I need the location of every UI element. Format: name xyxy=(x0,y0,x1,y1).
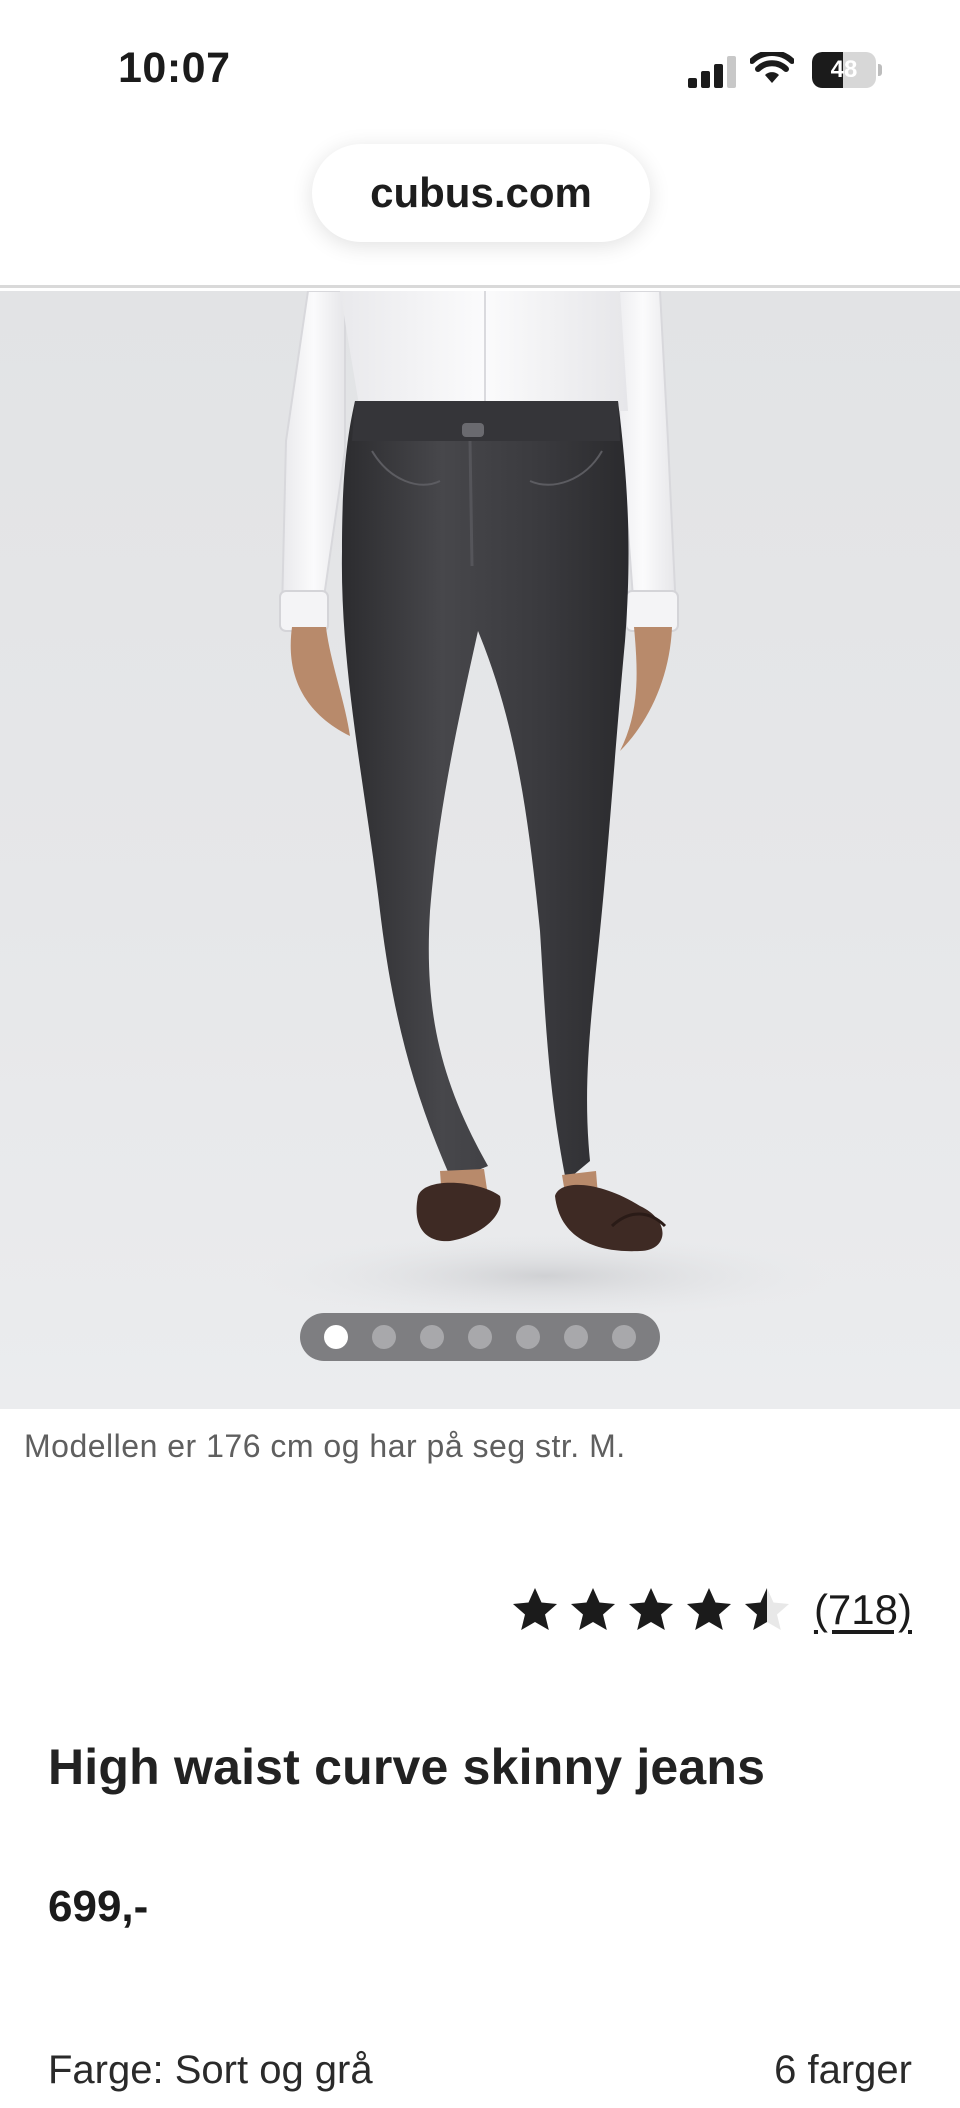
product-rating[interactable]: (718) xyxy=(510,1582,912,1638)
star-icon xyxy=(744,1588,789,1630)
star-icon xyxy=(686,1588,731,1630)
product-image[interactable] xyxy=(0,291,960,1409)
rating-stars xyxy=(510,1585,792,1635)
carousel-dot[interactable] xyxy=(420,1325,444,1349)
browser-address-bar: cubus.com xyxy=(0,140,960,288)
product-price: 699,- xyxy=(48,1882,149,1931)
image-carousel-indicator[interactable] xyxy=(300,1313,660,1361)
wifi-icon xyxy=(750,52,794,83)
carousel-dot[interactable] xyxy=(324,1325,348,1349)
status-bar: 10:07 48 xyxy=(0,0,960,140)
star-icon xyxy=(628,1588,673,1630)
star-icon xyxy=(570,1588,615,1630)
color-count[interactable]: 6 farger xyxy=(774,2048,912,2093)
carousel-dot[interactable] xyxy=(468,1325,492,1349)
review-count-link[interactable]: (718) xyxy=(814,1586,912,1634)
carousel-dot[interactable] xyxy=(516,1325,540,1349)
carousel-dot[interactable] xyxy=(612,1325,636,1349)
cellular-signal-icon xyxy=(688,56,736,88)
carousel-dot[interactable] xyxy=(372,1325,396,1349)
battery-level: 48 xyxy=(830,56,858,83)
model-size-info: Modellen er 176 cm og har på seg str. M. xyxy=(24,1428,626,1464)
status-time: 10:07 xyxy=(118,44,231,92)
url-field[interactable]: cubus.com xyxy=(312,144,650,242)
star-icon xyxy=(512,1588,557,1630)
color-selector[interactable]: Farge: Sort og grå 6 farger xyxy=(48,2048,912,2108)
color-label: Farge: Sort og grå xyxy=(48,2048,373,2092)
battery-icon: 48 xyxy=(812,52,882,88)
carousel-dot[interactable] xyxy=(564,1325,588,1349)
product-title: High waist curve skinny jeans xyxy=(48,1739,766,1795)
